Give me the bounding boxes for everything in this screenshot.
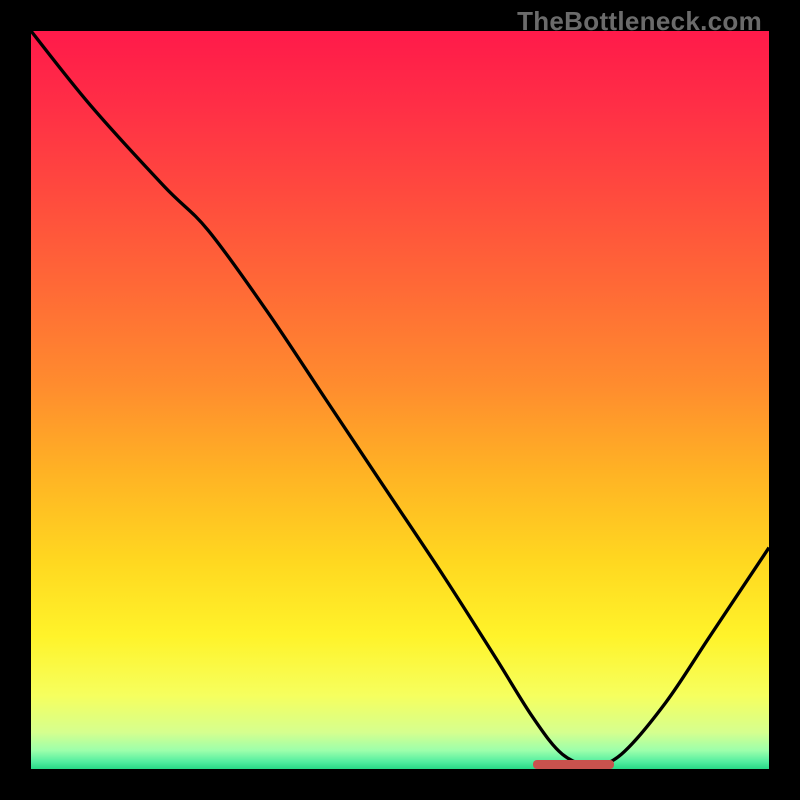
chart-frame: TheBottleneck.com: [0, 0, 800, 800]
bottleneck-curve: [31, 31, 769, 769]
optimum-marker: [533, 760, 614, 769]
plot-area: [31, 31, 769, 769]
curve-path: [31, 31, 769, 765]
